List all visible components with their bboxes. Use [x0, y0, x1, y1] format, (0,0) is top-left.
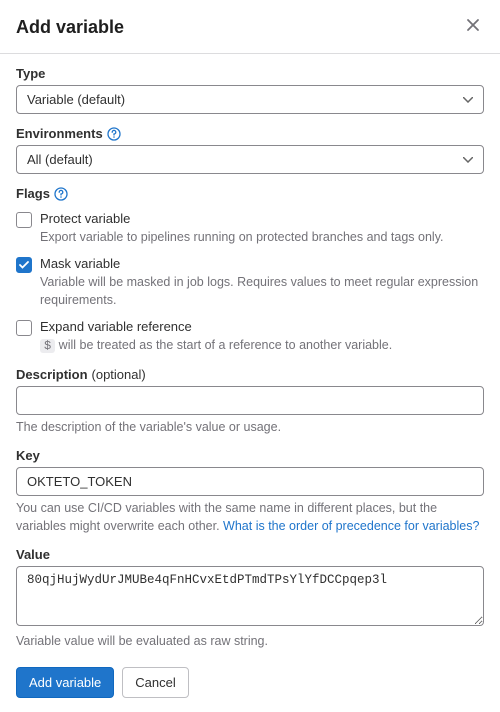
value-label: Value — [16, 547, 50, 562]
protect-label: Protect variable — [40, 211, 484, 228]
flags-label: Flags — [16, 186, 50, 201]
add-variable-button[interactable]: Add variable — [16, 667, 114, 698]
dollar-chip: $ — [40, 339, 55, 353]
close-icon — [466, 19, 480, 36]
description-optional: (optional) — [92, 367, 146, 382]
value-textarea[interactable]: 80qjHujWydUrJMUBe4qFnHCvxEtdPTmdTPsYlYfD… — [16, 566, 484, 626]
description-input[interactable] — [16, 386, 484, 415]
cancel-button[interactable]: Cancel — [122, 667, 188, 698]
mask-help: Variable will be masked in job logs. Req… — [40, 274, 484, 309]
key-label: Key — [16, 448, 40, 463]
key-help: You can use CI/CD variables with the sam… — [16, 500, 484, 535]
protect-checkbox[interactable] — [16, 212, 32, 228]
type-label: Type — [16, 66, 45, 81]
expand-help: $ will be treated as the start of a refe… — [40, 337, 484, 355]
expand-label: Expand variable reference — [40, 319, 484, 336]
help-icon[interactable] — [54, 187, 68, 201]
divider — [0, 53, 500, 54]
environments-select[interactable]: All (default) — [16, 145, 484, 174]
help-icon[interactable] — [107, 127, 121, 141]
close-button[interactable] — [462, 14, 484, 41]
modal-title: Add variable — [16, 17, 124, 38]
description-label: Description — [16, 367, 88, 382]
expand-checkbox[interactable] — [16, 320, 32, 336]
description-help: The description of the variable's value … — [16, 419, 484, 437]
mask-label: Mask variable — [40, 256, 484, 273]
value-help: Variable value will be evaluated as raw … — [16, 633, 484, 651]
precedence-link[interactable]: What is the order of precedence for vari… — [223, 519, 479, 533]
mask-checkbox[interactable] — [16, 257, 32, 273]
type-select[interactable]: Variable (default) — [16, 85, 484, 114]
environments-label: Environments — [16, 126, 103, 141]
protect-help: Export variable to pipelines running on … — [40, 229, 484, 247]
key-input[interactable] — [16, 467, 484, 496]
